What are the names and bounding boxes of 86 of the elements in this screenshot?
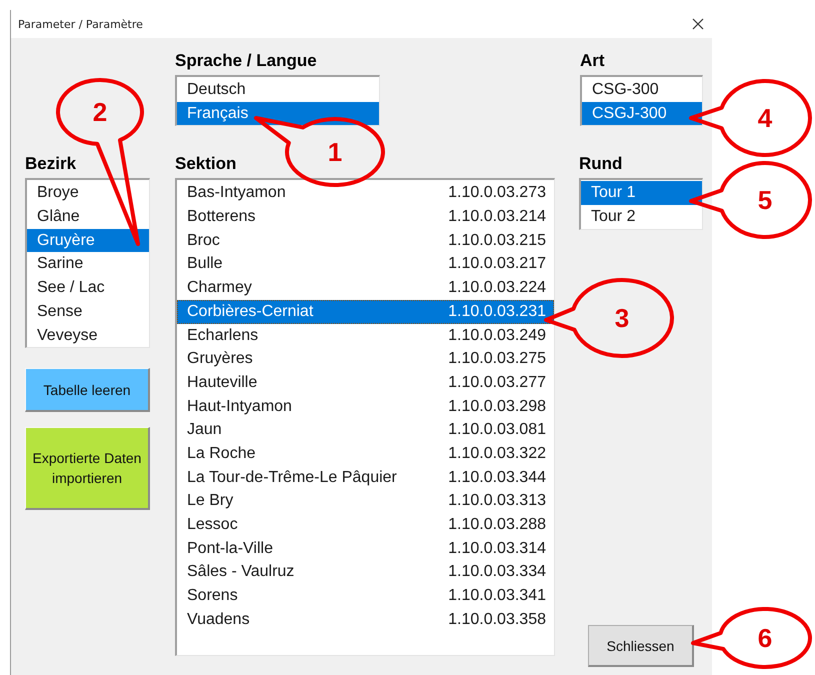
section-name: Vuadens (187, 610, 250, 630)
callout-number: 1 (328, 137, 342, 167)
section-name: Gruyères (187, 349, 253, 370)
list-item[interactable]: Sarine (27, 252, 149, 276)
section-code: 1.10.0.03.298 (448, 396, 546, 417)
section-name: Hauteville (187, 372, 258, 393)
section-name: Le Bry (187, 491, 234, 512)
section-name: Broc (187, 230, 220, 251)
section-name: Corbières-Cerniat (187, 302, 314, 322)
section-code: 1.10.0.03.288 (448, 515, 546, 535)
section-code: 1.10.0.03.275 (448, 349, 546, 370)
listbox-label: Bezirk (25, 154, 76, 174)
list-row[interactable]: Sâles - Vaulruz 1.10.0.03.334 (177, 560, 554, 584)
callout-number: 2 (92, 97, 108, 127)
section-code: 1.10.0.03.249 (448, 326, 546, 346)
section-code: 1.10.0.03.341 (448, 586, 546, 606)
section-code: 1.10.0.03.273 (448, 183, 546, 204)
section-code: 1.10.0.03.322 (448, 444, 546, 464)
clear-table-button[interactable]: Tabelle leeren (25, 368, 150, 412)
section-name: Botterens (187, 207, 256, 228)
listbox-label: Art (580, 51, 605, 71)
section-name: Bulle (187, 254, 223, 274)
list-row[interactable]: Jaun 1.10.0.03.081 (177, 418, 554, 442)
list-row[interactable]: Echarlens 1.10.0.03.249 (177, 324, 554, 348)
section-name: Lessoc (187, 515, 238, 535)
list-row[interactable]: Hauteville 1.10.0.03.277 (177, 370, 554, 395)
section-code: 1.10.0.03.214 (448, 207, 546, 228)
close-icon[interactable] (692, 18, 704, 30)
list-item[interactable]: Français (177, 102, 379, 126)
list-row[interactable]: Le Bry 1.10.0.03.313 (177, 489, 554, 513)
section-name: Jaun (187, 420, 222, 440)
list-row[interactable]: Botterens 1.10.0.03.214 (177, 205, 554, 229)
section-name: La Roche (187, 444, 256, 464)
section-code: 1.10.0.03.344 (448, 468, 546, 488)
list-item[interactable]: See / Lac (27, 276, 149, 300)
callout-number: 4 (758, 103, 772, 133)
listbox-label: Sektion (175, 154, 236, 174)
list-item[interactable]: Glâne (27, 205, 149, 229)
section-name: Haut-Intyamon (187, 396, 292, 417)
callout-number: 5 (758, 185, 772, 215)
section-name: Echarlens (187, 326, 258, 346)
list-row[interactable]: La Roche 1.10.0.03.322 (177, 442, 554, 466)
section-code: 1.10.0.03.358 (448, 610, 546, 630)
list-row[interactable]: Corbières-Cerniat 1.10.0.03.231 (177, 300, 554, 324)
list-item[interactable]: CSG-300 (582, 78, 702, 102)
section-code: 1.10.0.03.313 (448, 491, 546, 512)
list-row[interactable]: Gruyères 1.10.0.03.275 (177, 347, 554, 371)
list-item[interactable]: Deutsch (177, 78, 379, 102)
list-item[interactable]: CSGJ-300 (582, 102, 702, 126)
list-row[interactable]: Bas-Intyamon 1.10.0.03.273 (177, 181, 554, 206)
import-data-button[interactable]: Exportierte Daten importieren (25, 427, 150, 510)
callout-number: 3 (614, 303, 630, 333)
section-code: 1.10.0.03.314 (448, 538, 546, 559)
section-code: 1.10.0.03.217 (448, 254, 546, 274)
callout-number: 6 (758, 623, 772, 653)
list-row[interactable]: Sorens 1.10.0.03.341 (177, 584, 554, 608)
window-title: Parameter / Paramètre (18, 18, 143, 30)
list-row[interactable]: Lessoc 1.10.0.03.288 (177, 513, 554, 537)
section-code: 1.10.0.03.231 (448, 302, 546, 322)
section-code: 1.10.0.03.215 (448, 230, 546, 251)
section-name: Bas-Intyamon (187, 183, 286, 204)
list-row[interactable]: Charmey 1.10.0.03.224 (177, 276, 554, 300)
list-row[interactable]: Vuadens 1.10.0.03.358 (177, 608, 554, 632)
list-row[interactable]: Bulle 1.10.0.03.217 (177, 252, 554, 276)
section-code: 1.10.0.03.081 (448, 420, 546, 440)
section-code: 1.10.0.03.224 (448, 278, 546, 298)
list-item[interactable]: Sense (27, 300, 149, 324)
list-row[interactable]: Haut-Intyamon 1.10.0.03.298 (177, 394, 554, 418)
listbox-label: Rund (579, 154, 622, 174)
list-item[interactable]: Gruyère (27, 228, 149, 252)
section-name: La Tour-de-Trême-Le Pâquier (187, 468, 397, 488)
section-name: Sorens (187, 586, 238, 606)
section-code: 1.10.0.03.334 (448, 562, 546, 582)
section-name: Pont-la-Ville (187, 538, 273, 559)
list-item[interactable]: Veveyse (27, 324, 149, 348)
list-item[interactable]: Broye (27, 181, 149, 206)
list-item[interactable]: Tour 2 (581, 205, 702, 229)
listbox-label: Sprache / Langue (175, 51, 317, 71)
list-item[interactable]: Tour 1 (581, 181, 702, 206)
section-name: Charmey (187, 278, 252, 298)
close-button[interactable]: Schliessen (588, 625, 694, 667)
section-code: 1.10.0.03.277 (448, 372, 546, 393)
list-row[interactable]: Pont-la-Ville 1.10.0.03.314 (177, 536, 554, 560)
list-row[interactable]: Broc 1.10.0.03.215 (177, 228, 554, 252)
section-name: Sâles - Vaulruz (187, 562, 294, 582)
list-row[interactable]: La Tour-de-Trême-Le Pâquier 1.10.0.03.344 (177, 466, 554, 490)
